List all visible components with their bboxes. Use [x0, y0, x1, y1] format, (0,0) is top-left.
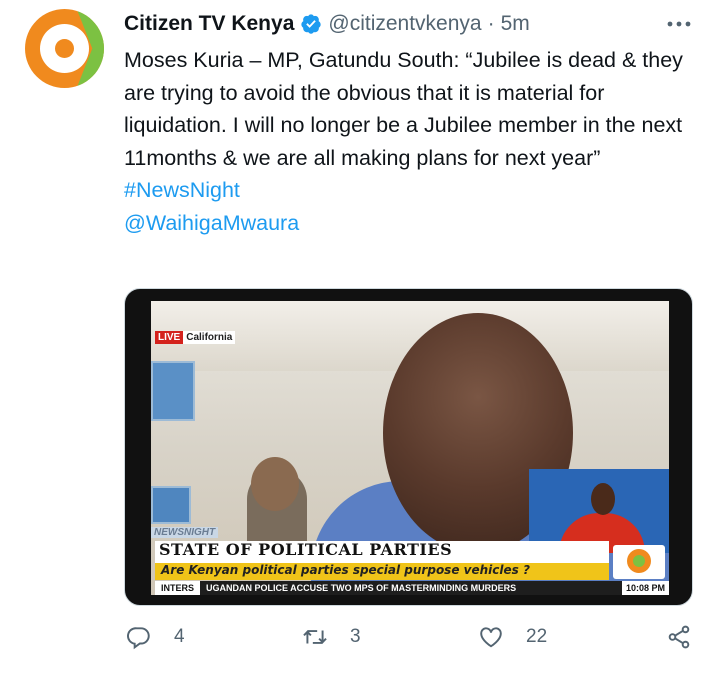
author-name[interactable]: Citizen TV Kenya	[124, 12, 294, 36]
like-count: 22	[526, 626, 548, 647]
mention-link[interactable]: @WaihigaMwaura	[124, 207, 698, 240]
share-button[interactable]	[666, 624, 692, 650]
headline: STATE OF POLITICAL PARTIES	[159, 540, 453, 559]
header-separator: ·	[487, 12, 495, 35]
like-button[interactable]: 22	[478, 624, 547, 650]
avatar-logo-dot	[55, 39, 74, 58]
tweet-text: Moses Kuria – MP, Gatundu South: “Jubile…	[124, 44, 698, 239]
like-icon	[480, 627, 502, 648]
show-tag: NEWSNIGHT	[151, 527, 219, 538]
author-handle[interactable]: @citizentvkenya	[328, 12, 481, 36]
verified-badge-icon	[301, 14, 322, 34]
signer-head	[591, 483, 615, 515]
ticker-text: UGANDAN POLICE ACCUSE TWO MPS OF MASTERM…	[206, 583, 517, 593]
tweet-header: Citizen TV Kenya @citizentvkenya · 5m	[124, 9, 530, 39]
tweet-media[interactable]: LIVE California NEWSNIGHT STATE OF POLIT…	[124, 288, 693, 606]
live-label: LIVE	[155, 331, 184, 344]
scene-background-person-head	[251, 457, 299, 511]
retweet-count: 3	[350, 626, 361, 647]
tweet-body: Moses Kuria – MP, Gatundu South: “Jubile…	[124, 48, 683, 170]
more-icon[interactable]	[665, 14, 693, 34]
reply-button[interactable]: 4	[126, 624, 185, 650]
hashtag-link[interactable]: #NewsNight	[124, 174, 698, 207]
ticker-label: INTERS	[155, 581, 201, 595]
ticker-clock: 10:08 PM	[621, 581, 669, 595]
retweet-icon	[303, 630, 327, 644]
tweet-time[interactable]: 5m	[501, 12, 530, 36]
reply-icon	[127, 627, 150, 650]
scene-window	[151, 361, 195, 421]
share-icon	[668, 625, 690, 649]
channel-logo	[613, 545, 665, 579]
avatar[interactable]	[25, 9, 104, 88]
video-frame: LIVE California NEWSNIGHT STATE OF POLIT…	[151, 301, 669, 595]
action-bar: 4 3 22	[0, 624, 720, 660]
live-badge: LIVE California	[155, 331, 236, 344]
subheadline: Are Kenyan political parties special pur…	[161, 563, 530, 577]
news-ticker: INTERS UGANDAN POLICE ACCUSE TWO MPS OF …	[155, 581, 669, 595]
location-label: California	[183, 331, 236, 344]
scene-window	[151, 486, 191, 524]
reply-count: 4	[174, 626, 185, 647]
retweet-button[interactable]: 3	[302, 624, 361, 650]
